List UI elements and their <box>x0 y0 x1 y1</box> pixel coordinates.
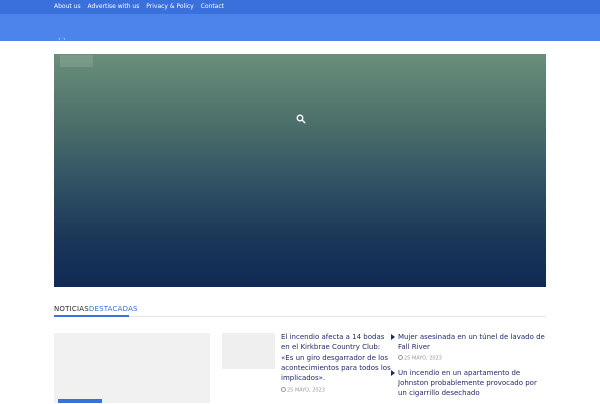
menu-item-providence[interactable]: PROVIDENCE <box>97 48 138 55</box>
featured-article-date-text: 25 MAYO, 2023 <box>287 387 325 394</box>
section-title: NOTICIASDESTACADAS <box>54 305 138 313</box>
advertise-link[interactable]: Advertise with us <box>88 3 140 10</box>
side-article-title[interactable]: Un incendio en un apartamento de Johnsto… <box>398 368 546 398</box>
menu-item-rhode-island[interactable]: RHODE ISLAND <box>151 48 199 55</box>
top-bar: About us Advertise with us Privacy & Pol… <box>0 0 600 14</box>
menu-item-mundo[interactable]: MUNDO <box>404 48 428 55</box>
menu-item-america-latina[interactable]: AMÉRICA LATINA <box>338 48 391 55</box>
site-header <box>0 14 600 41</box>
search-icon[interactable] <box>296 114 306 124</box>
clock-icon <box>281 387 286 393</box>
triangle-right-icon <box>391 334 395 340</box>
main-menu: ‹ › INICIO PROVIDENCE RHODE ISLAND ESTAD… <box>54 35 546 68</box>
menu-items: INICIO PROVIDENCE RHODE ISLAND ESTADOS U… <box>64 48 429 55</box>
list-item: Mujer asesinada en un túnel de lavado de… <box>390 332 546 362</box>
active-menu-indicator <box>60 55 93 67</box>
side-article-list: Mujer asesinada en un túnel de lavado de… <box>390 332 546 404</box>
side-article-date-text: 25 MAYO, 2023 <box>404 355 442 362</box>
about-us-link[interactable]: About us <box>54 3 81 10</box>
side-article-title[interactable]: Mujer asesinada en un túnel de lavado de… <box>398 332 546 352</box>
article-thumbnail[interactable] <box>222 333 275 369</box>
side-article-date: 25 MAYO, 2023 <box>398 355 546 362</box>
section-title-underline <box>54 315 129 317</box>
menu-item-estados-unidos[interactable]: ESTADOS UNIDOS <box>213 48 270 55</box>
clock-icon <box>398 355 403 360</box>
triangle-right-icon <box>391 369 395 376</box>
privacy-policy-link[interactable]: Privacy & Policy <box>146 3 193 10</box>
top-links: About us Advertise with us Privacy & Pol… <box>54 3 229 10</box>
featured-image[interactable] <box>54 333 210 403</box>
featured-article: El incendio afecta a 14 bodas en el Kirk… <box>281 332 393 394</box>
logo-mark[interactable]: ‹ › <box>58 35 66 43</box>
section-title-part2: DESTACADAS <box>88 305 138 313</box>
featured-article-title[interactable]: El incendio afecta a 14 bodas en el Kirk… <box>281 332 393 383</box>
featured-article-date: 25 MAYO, 2023 <box>281 387 393 394</box>
contact-link[interactable]: Contact <box>201 3 224 10</box>
menu-item-inmigracion[interactable]: INMIGRACIÓN <box>282 48 325 55</box>
menu-item-inicio[interactable]: INICIO <box>64 48 84 55</box>
section-title-part1: NOTICIAS <box>54 305 89 313</box>
list-item: Un incendio en un apartamento de Johnsto… <box>390 368 546 398</box>
hero-image[interactable] <box>54 54 546 287</box>
